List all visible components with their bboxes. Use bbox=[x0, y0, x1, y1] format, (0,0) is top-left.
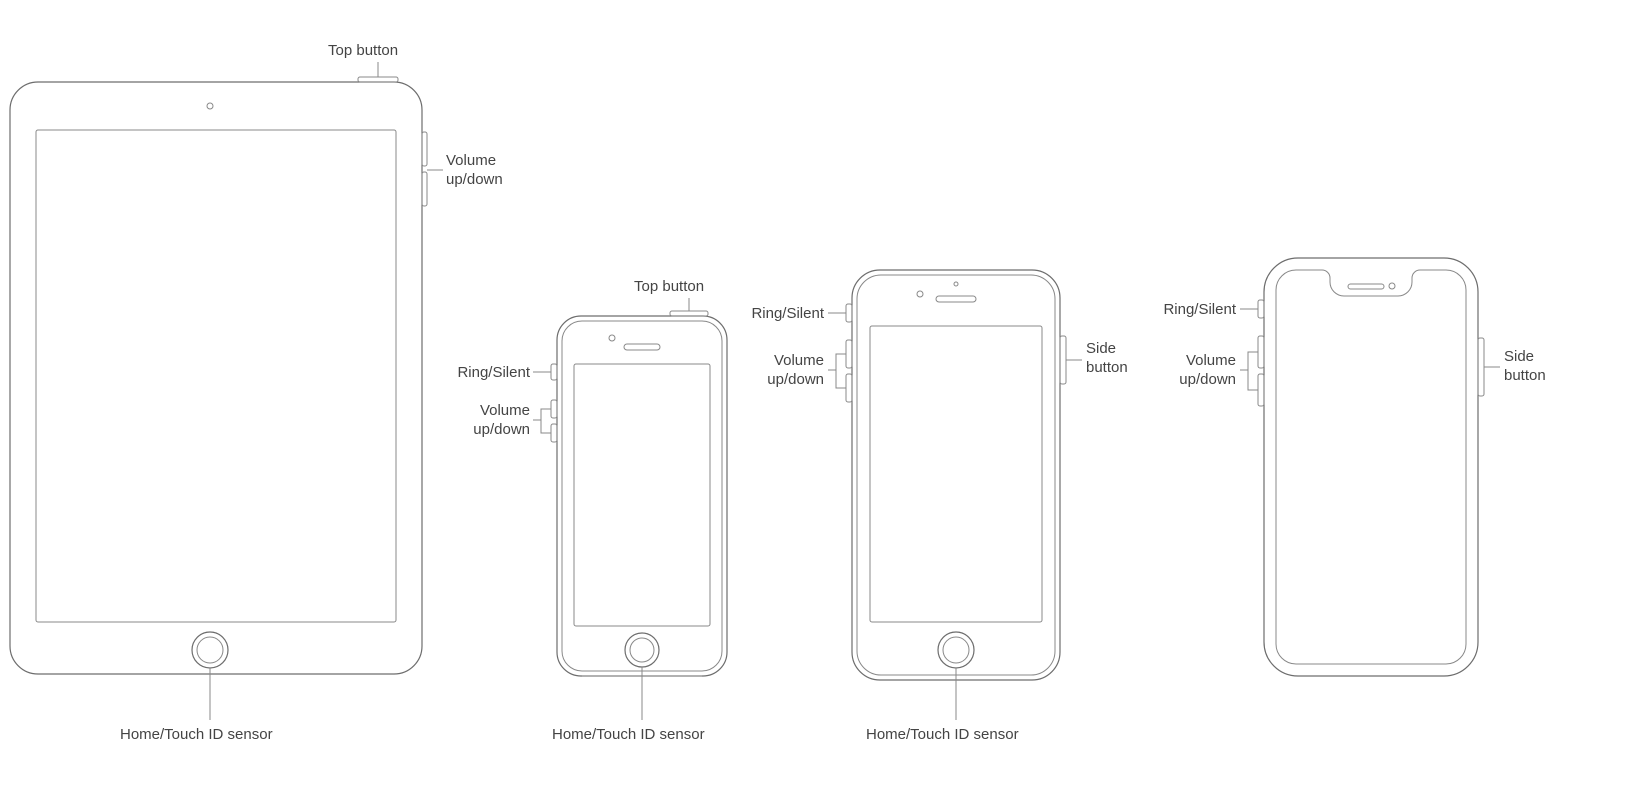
iphone-x-outline bbox=[1240, 258, 1500, 676]
ipad-outline bbox=[10, 62, 443, 720]
iphone-se-ring-silent-label: Ring/Silent bbox=[452, 364, 530, 383]
devices-svg bbox=[0, 0, 1640, 800]
iphone-8-ring-silent-label: Ring/Silent bbox=[746, 305, 824, 324]
iphone-x-volume-label: Volume up/down bbox=[1172, 352, 1236, 390]
iphone-x-ring-silent-label: Ring/Silent bbox=[1158, 301, 1236, 320]
device-button-diagram: Top button Volume up/down Home/Touch ID … bbox=[0, 0, 1640, 800]
ipad-home-label: Home/Touch ID sensor bbox=[120, 726, 273, 745]
iphone-8-side-button-label: Side button bbox=[1086, 340, 1128, 378]
iphone-se-home-label: Home/Touch ID sensor bbox=[552, 726, 705, 745]
iphone-8-home-label: Home/Touch ID sensor bbox=[866, 726, 1019, 745]
ipad-volume-label: Volume up/down bbox=[446, 152, 503, 190]
iphone-8-volume-label: Volume up/down bbox=[760, 352, 824, 390]
iphone-se-top-button-label: Top button bbox=[634, 278, 704, 297]
iphone-se-volume-label: Volume up/down bbox=[466, 402, 530, 440]
iphone-se-outline bbox=[533, 298, 727, 720]
iphone-8-outline bbox=[828, 270, 1082, 720]
ipad-top-button-label: Top button bbox=[328, 42, 398, 61]
iphone-x-side-button-label: Side button bbox=[1504, 348, 1546, 386]
